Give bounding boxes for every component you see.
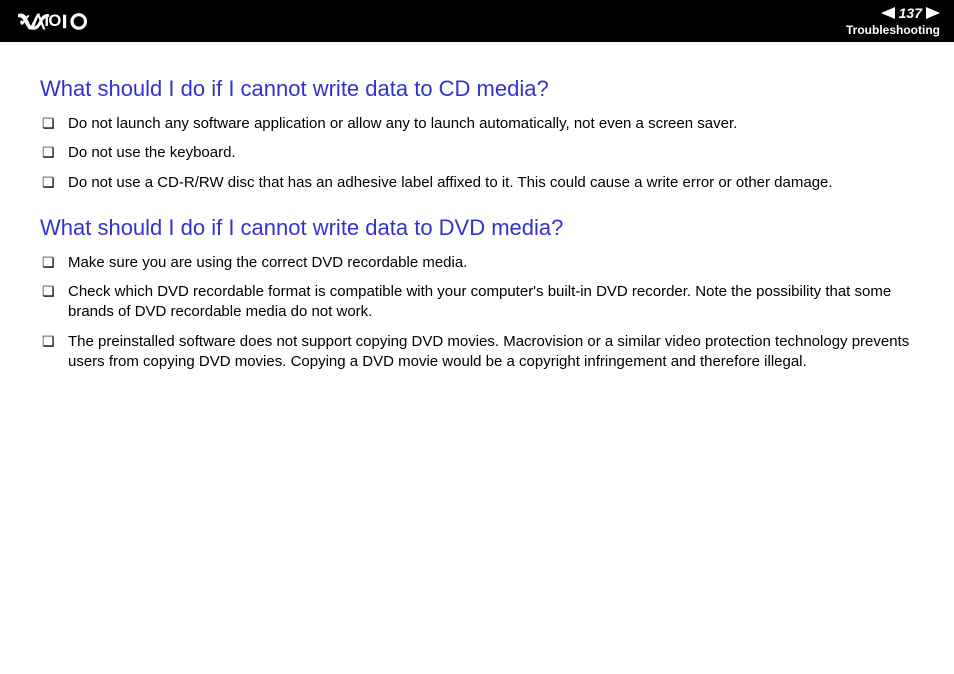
- prev-page-icon[interactable]: [881, 7, 895, 19]
- list-item: Make sure you are using the correct DVD …: [40, 253, 914, 273]
- list-item: The preinstalled software does not suppo…: [40, 332, 914, 373]
- vaio-logo-render: [18, 12, 99, 30]
- dvd-bullet-list: Make sure you are using the correct DVD …: [40, 253, 914, 372]
- question-heading-dvd: What should I do if I cannot write data …: [40, 215, 914, 241]
- list-item: Do not use the keyboard.: [40, 143, 914, 163]
- page-number: 137: [895, 5, 926, 21]
- section-label: Troubleshooting: [846, 23, 940, 37]
- list-item: Do not launch any software application o…: [40, 114, 914, 134]
- content-area: What should I do if I cannot write data …: [0, 42, 954, 414]
- header-bar: ✓⋀IO 137 Troubleshooting: [0, 0, 954, 42]
- list-item: Do not use a CD-R/RW disc that has an ad…: [40, 173, 914, 193]
- next-page-icon[interactable]: [926, 7, 940, 19]
- page-nav: 137: [881, 5, 940, 21]
- header-right: 137 Troubleshooting: [846, 5, 940, 37]
- question-heading-cd: What should I do if I cannot write data …: [40, 76, 914, 102]
- cd-bullet-list: Do not launch any software application o…: [40, 114, 914, 193]
- list-item: Check which DVD recordable format is com…: [40, 282, 914, 323]
